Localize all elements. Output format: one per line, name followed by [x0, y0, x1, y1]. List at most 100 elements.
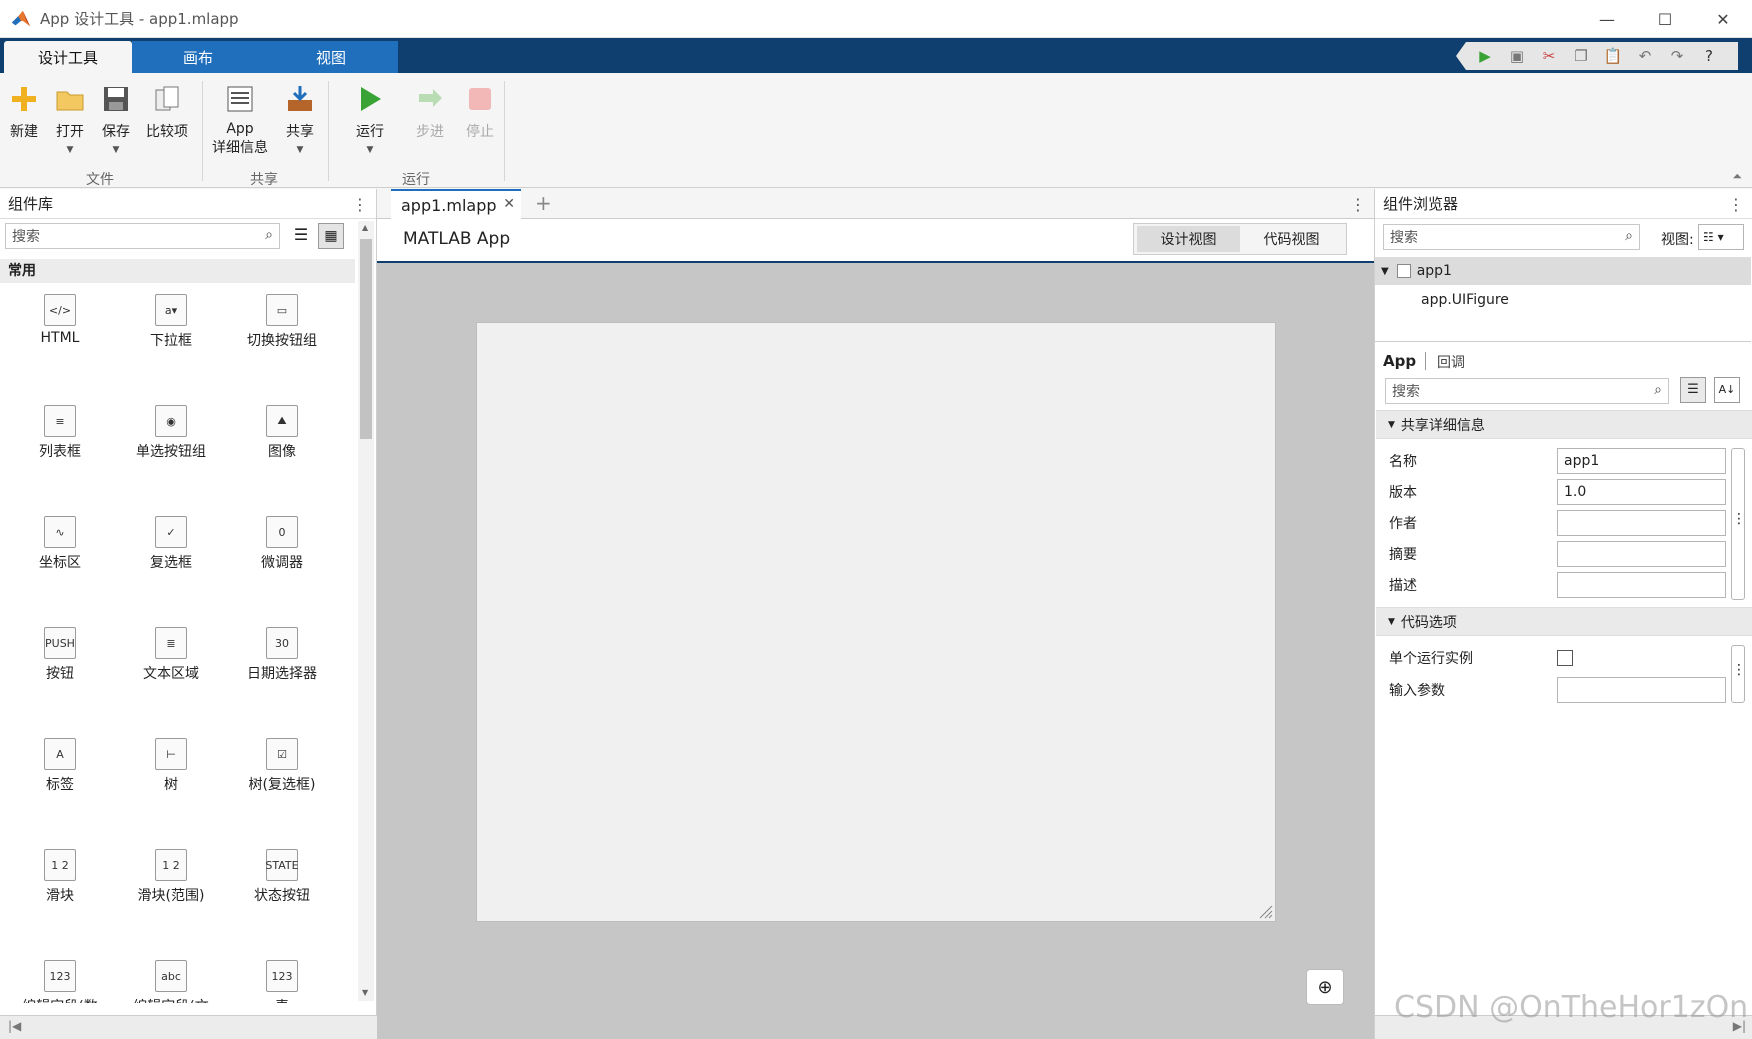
component-item[interactable]: A 标签	[5, 738, 115, 794]
html-icon: </>	[44, 294, 76, 326]
list-view-icon[interactable]: ☰	[290, 225, 312, 247]
compare-button[interactable]: 比较项	[146, 83, 188, 141]
add-tab-icon[interactable]: +	[535, 191, 552, 215]
component-item[interactable]: abc 编辑字段(文	[116, 960, 226, 1003]
chevron-down-icon[interactable]: ▼	[1381, 266, 1389, 277]
code-view-button[interactable]: 代码视图	[1240, 226, 1343, 252]
browser-search-input[interactable]: 搜索 ⌕	[1383, 224, 1640, 250]
tab-app[interactable]: App	[1383, 352, 1416, 370]
share-button[interactable]: 共享 ▼	[284, 83, 316, 155]
more-details-button[interactable]: ⋮	[1731, 448, 1746, 600]
component-item[interactable]: STATE 状态按钮	[227, 849, 337, 905]
more-code-options-button[interactable]: ⋮	[1731, 645, 1746, 703]
tree-icon: ⊢	[155, 738, 187, 770]
scroll-up-icon[interactable]: ▲	[362, 223, 368, 232]
run-button[interactable]: 运行 ▼	[354, 83, 386, 155]
copy-icon[interactable]: ❐	[1568, 45, 1594, 67]
component-item[interactable]: ☑ 树(复选框)	[227, 738, 337, 794]
component-item[interactable]: 123 编辑字段(数	[5, 960, 115, 1003]
component-item[interactable]: ▭ 切换按钮组	[227, 294, 337, 350]
sort-az-icon[interactable]: A↓	[1714, 377, 1740, 403]
grid-view-icon[interactable]: ▦	[318, 223, 344, 249]
component-item[interactable]: ⊢ 树	[116, 738, 226, 794]
stop-button[interactable]: 停止	[464, 83, 496, 141]
component-item[interactable]: ≡ 列表框	[5, 405, 115, 461]
paste-icon[interactable]: 📋	[1600, 45, 1626, 67]
property-author-field[interactable]	[1557, 510, 1726, 536]
new-button[interactable]: 新建	[8, 83, 40, 141]
stop-icon	[469, 88, 491, 110]
file-tab[interactable]: app1.mlapp ✕	[391, 189, 521, 219]
open-button[interactable]: 打开 ▼	[54, 83, 86, 155]
collapse-left-icon[interactable]: |◀	[8, 1019, 21, 1033]
tab-view[interactable]: 视图	[264, 41, 398, 73]
run-icon[interactable]: ▶	[1472, 45, 1498, 67]
component-item[interactable]: PUSH 按钮	[5, 627, 115, 683]
save-icon[interactable]: ▣	[1504, 45, 1530, 67]
component-item-label: 单选按钮组	[136, 444, 206, 460]
property-summary-field[interactable]	[1557, 541, 1726, 567]
component-item[interactable]: ∿ 坐标区	[5, 516, 115, 572]
section-code-options[interactable]: ▼ 代码选项	[1376, 607, 1752, 636]
tab-designer[interactable]: 设计工具	[4, 41, 132, 73]
component-item-label: 表	[275, 996, 289, 1003]
close-button[interactable]: ✕	[1694, 0, 1752, 38]
component-item[interactable]: ⛰ 图像	[227, 405, 337, 461]
scroll-down-icon[interactable]: ▼	[362, 988, 368, 997]
library-scrollbar[interactable]: ▲ ▼	[358, 221, 374, 1001]
design-view-button[interactable]: 设计视图	[1137, 226, 1240, 252]
component-item[interactable]: 30 日期选择器	[227, 627, 337, 683]
group-view-icon[interactable]: ☰	[1680, 377, 1706, 403]
listbox-icon: ≡	[44, 405, 76, 437]
single-instance-checkbox[interactable]	[1557, 650, 1573, 666]
property-version: 版本 1.0	[1389, 479, 1727, 505]
more-options-icon[interactable]: ⋮	[352, 195, 368, 214]
step-button[interactable]: 步进	[414, 83, 446, 141]
minimize-button[interactable]: —	[1578, 0, 1636, 38]
maximize-button[interactable]: ☐	[1636, 0, 1694, 38]
property-description-label: 描述	[1389, 578, 1417, 594]
property-input-args-field[interactable]	[1557, 677, 1726, 703]
component-item[interactable]: </> HTML	[5, 294, 115, 346]
view-dropdown[interactable]: ☷ ▾	[1698, 224, 1744, 250]
tree-child-uifigure[interactable]: app.UIFigure	[1421, 292, 1509, 308]
component-item[interactable]: ✓ 复选框	[116, 516, 226, 572]
property-version-field[interactable]: 1.0	[1557, 479, 1726, 505]
property-author: 作者	[1389, 510, 1727, 536]
new-label: 新建	[10, 124, 38, 140]
tree-root-row[interactable]: ▼ app1	[1375, 257, 1751, 285]
app-details-button[interactable]: App 详细信息	[212, 83, 268, 157]
zoom-in-icon[interactable]: ⊕	[1306, 969, 1344, 1005]
component-search-input[interactable]: 搜索 ⌕	[5, 223, 280, 249]
more-options-icon[interactable]: ⋮	[1728, 195, 1744, 214]
resize-grip-icon[interactable]	[1257, 903, 1273, 919]
help-icon[interactable]: ?	[1696, 45, 1722, 67]
property-name-field[interactable]: app1	[1557, 448, 1726, 474]
section-shared-details[interactable]: ▼ 共享详细信息	[1376, 410, 1752, 439]
component-item[interactable]: 1 2 滑块(范围)	[116, 849, 226, 905]
file-tab-label: app1.mlapp	[401, 195, 497, 215]
tab-callbacks[interactable]: 回调	[1437, 352, 1465, 372]
chevron-down-icon: ▼	[366, 145, 374, 155]
tab-canvas[interactable]: 画布	[132, 41, 264, 73]
property-search-placeholder: 搜索	[1392, 384, 1420, 400]
component-item[interactable]: 0 微调器	[227, 516, 337, 572]
component-item-label: 滑块(范围)	[137, 888, 205, 904]
ui-figure[interactable]	[476, 322, 1276, 922]
collapse-toolstrip-icon[interactable]: ⏶	[1732, 169, 1742, 184]
component-item[interactable]: ≣ 文本区域	[116, 627, 226, 683]
scrollbar-thumb[interactable]	[360, 239, 372, 439]
save-button[interactable]: 保存 ▼	[100, 83, 132, 155]
cut-icon[interactable]: ✂	[1536, 45, 1562, 67]
component-item[interactable]: ◉ 单选按钮组	[116, 405, 226, 461]
component-item[interactable]: 1 2 滑块	[5, 849, 115, 905]
property-input-args-label: 输入参数	[1389, 683, 1445, 699]
more-options-icon[interactable]: ⋮	[1350, 195, 1366, 214]
component-item[interactable]: a▾ 下拉框	[116, 294, 226, 350]
property-description-field[interactable]	[1557, 572, 1726, 598]
close-tab-icon[interactable]: ✕	[503, 196, 515, 212]
component-item[interactable]: 123 表	[227, 960, 337, 1003]
redo-icon[interactable]: ↷	[1664, 45, 1690, 67]
property-search-input[interactable]: 搜索 ⌕	[1385, 378, 1669, 404]
undo-icon[interactable]: ↶	[1632, 45, 1658, 67]
